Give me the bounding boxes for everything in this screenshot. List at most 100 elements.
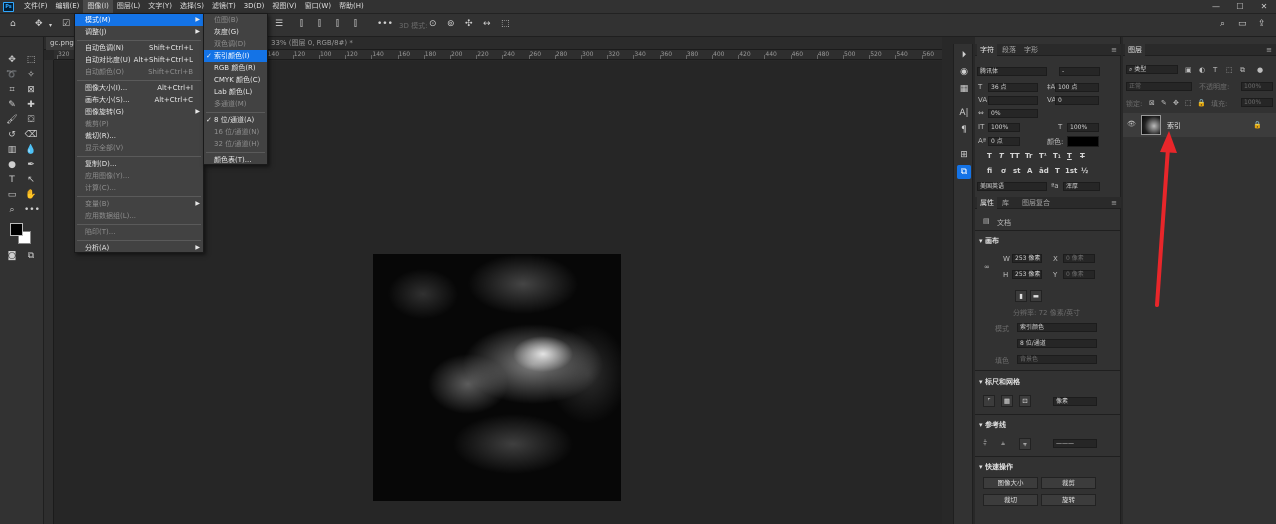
image-menu-item[interactable]: 复制(D)... [75,158,203,170]
eyedropper-tool-icon[interactable]: ✎ [5,98,19,112]
menu-file[interactable]: 文件(F) [20,0,52,13]
mode-menu-item[interactable]: ✓ 8 位/通道(A) [204,114,267,126]
move-tool-icon[interactable]: ✥ [5,53,19,67]
menu-select[interactable]: 选择(S) [176,0,208,13]
tab-paragraph[interactable]: 段落 [999,44,1019,56]
brush-tool-icon[interactable]: 🖌 [5,113,19,127]
history-panel-icon[interactable]: ⏵ [957,48,971,62]
lock-all-icon[interactable]: 🔒 [1197,99,1206,107]
type-tool-icon[interactable]: T [5,173,19,187]
menu-3d[interactable]: 3D(D) [240,0,269,13]
visibility-eye-icon[interactable]: 👁 [1127,120,1136,128]
chevron-down-icon[interactable]: ▾ [49,22,52,29]
mode-menu-item[interactable]: 颜色表(T)... [204,154,267,166]
all-caps-button[interactable]: TT [1010,152,1020,160]
photoshop-logo-icon[interactable]: Ps [3,1,14,12]
more-options-icon[interactable]: ••• [377,19,393,29]
menu-edit[interactable]: 编辑(E) [52,0,84,13]
distribute-left-icon[interactable]: ⫿ [354,19,357,29]
menu-window[interactable]: 窗口(W) [301,0,335,13]
auto-select-checkbox-icon[interactable]: ☑ [62,19,70,29]
image-menu-item[interactable]: 图像旋转(G) ▶ [75,106,203,118]
lasso-tool-icon[interactable]: ➰ [5,68,19,82]
font-size-field[interactable]: 36 点 [988,83,1038,92]
lock-position-icon[interactable]: ✥ [1173,99,1179,107]
guide-style-select[interactable]: ——— [1053,439,1097,448]
image-menu-item[interactable]: 分析(A) ▶ [75,242,203,254]
mode-menu-item[interactable]: Lab 颜色(L) [204,86,267,98]
filter-shape-icon[interactable]: ⬚ [1226,66,1233,74]
close-icon[interactable]: ✕ [1252,0,1276,13]
panel-menu-icon[interactable]: ≡ [1111,46,1117,54]
kerning-field[interactable] [988,96,1038,105]
anti-alias-select[interactable]: 浑厚 [1063,182,1100,191]
screen-mode-icon[interactable]: ⧉ [24,249,38,263]
canvas-y-field[interactable]: 0 像素 [1063,270,1095,279]
stamp-tool-icon[interactable]: ⛋ [24,113,38,127]
small-caps-button[interactable]: Tr [1025,152,1032,160]
font-family-select[interactable]: 腾讯体 [977,67,1047,76]
image-menu-item[interactable]: 自动对比度(U) Alt+Shift+Ctrl+L [75,54,203,66]
distribute-top-icon[interactable]: ⫿ [300,19,303,29]
pixel-grid-icon[interactable]: ⊡ [1019,395,1031,407]
color-mode-select[interactable]: 索引颜色 [1017,323,1097,332]
distribute-bottom-icon[interactable]: ⫿ [336,19,339,29]
image-menu-item[interactable]: 调整(J) ▶ [75,26,203,38]
canvas-section-title[interactable]: ▾ 画布 [979,236,999,246]
image-menu-item[interactable]: 画布大小(S)... Alt+Ctrl+C [75,94,203,106]
menu-image[interactable]: 图像(I) [83,0,113,13]
portrait-orientation-icon[interactable]: ▮ [1015,290,1027,302]
paragraph-panel-icon[interactable]: ¶ [957,123,971,137]
quick-mask-icon[interactable]: ◙ [5,249,19,263]
marquee-tool-icon[interactable]: ⬚ [24,53,38,67]
blur-tool-icon[interactable]: 💧 [24,143,38,157]
minimize-icon[interactable]: — [1204,0,1228,13]
maximize-icon[interactable]: ☐ [1228,0,1252,13]
filter-smart-icon[interactable]: ⧉ [1240,66,1245,75]
swatches-panel-icon[interactable]: ▦ [957,82,971,96]
lock-image-icon[interactable]: ✎ [1161,99,1167,107]
tab-layer-comps[interactable]: 图层复合 [1019,197,1053,209]
filter-adjustment-icon[interactable]: ◐ [1199,66,1205,74]
canvas-height-field[interactable]: 253 像素 [1012,270,1042,279]
share-icon[interactable]: ⇪ [1258,19,1266,29]
canvas-x-field[interactable]: 0 像素 [1063,254,1095,263]
move-tool-icon[interactable]: ✥ [35,19,43,29]
menu-type[interactable]: 文字(Y) [144,0,176,13]
crop-button[interactable]: 裁剪 [1041,477,1096,489]
panel-menu-icon[interactable]: ≡ [1266,46,1272,54]
ordinals-button[interactable]: 1st [1065,167,1077,175]
ruler-units-select[interactable]: 像素 [1053,397,1097,406]
image-menu-item[interactable]: 模式(M) ▶ [75,14,203,26]
strikethrough-button[interactable]: T [1080,152,1085,160]
mode-menu-item[interactable]: RGB 颜色(R) [204,62,267,74]
filter-pixel-icon[interactable]: ▣ [1185,66,1192,74]
hand-tool-icon[interactable]: ✋ [24,188,38,202]
filter-type-icon[interactable]: T [1213,66,1217,74]
lock-artboard-icon[interactable]: ⬚ [1185,99,1192,107]
tab-properties[interactable]: 属性 [977,197,997,209]
crop-tool-icon[interactable]: ⌗ [5,83,19,97]
image-size-button[interactable]: 图像大小 [983,477,1038,489]
link-icon[interactable]: ∞ [984,263,990,271]
distribute-middle-icon[interactable]: ⫿ [318,19,321,29]
layer-kind-filter[interactable]: ⌕ 类型 [1126,65,1178,74]
healing-brush-tool-icon[interactable]: ✚ [24,98,38,112]
frame-tool-icon[interactable]: ⊠ [24,83,38,97]
tab-glyphs[interactable]: 字形 [1021,44,1041,56]
document-tab-2[interactable]: 33% (图层 0, RGB/8#) * [267,37,357,50]
magic-wand-tool-icon[interactable]: ✧ [24,68,38,82]
lock-transparent-icon[interactable]: ⊠ [1149,99,1155,107]
text-color-swatch[interactable] [1067,136,1099,147]
rectangle-tool-icon[interactable]: ▭ [5,188,19,202]
subscript-button[interactable]: T₁ [1053,152,1061,160]
character-panel-icon[interactable]: A| [957,106,971,120]
tab-character[interactable]: 字符 [977,44,997,56]
faux-bold-button[interactable]: T [987,152,992,160]
ruler-icon[interactable]: ⌜ [983,395,995,407]
home-icon[interactable]: ⌂ [10,19,16,29]
tab-libraries[interactable]: 库 [999,197,1012,209]
menu-filter[interactable]: 滤镜(T) [208,0,240,13]
align-icon[interactable]: ☰ [275,19,283,29]
horizontal-scale-field[interactable]: 100% [1067,123,1099,132]
